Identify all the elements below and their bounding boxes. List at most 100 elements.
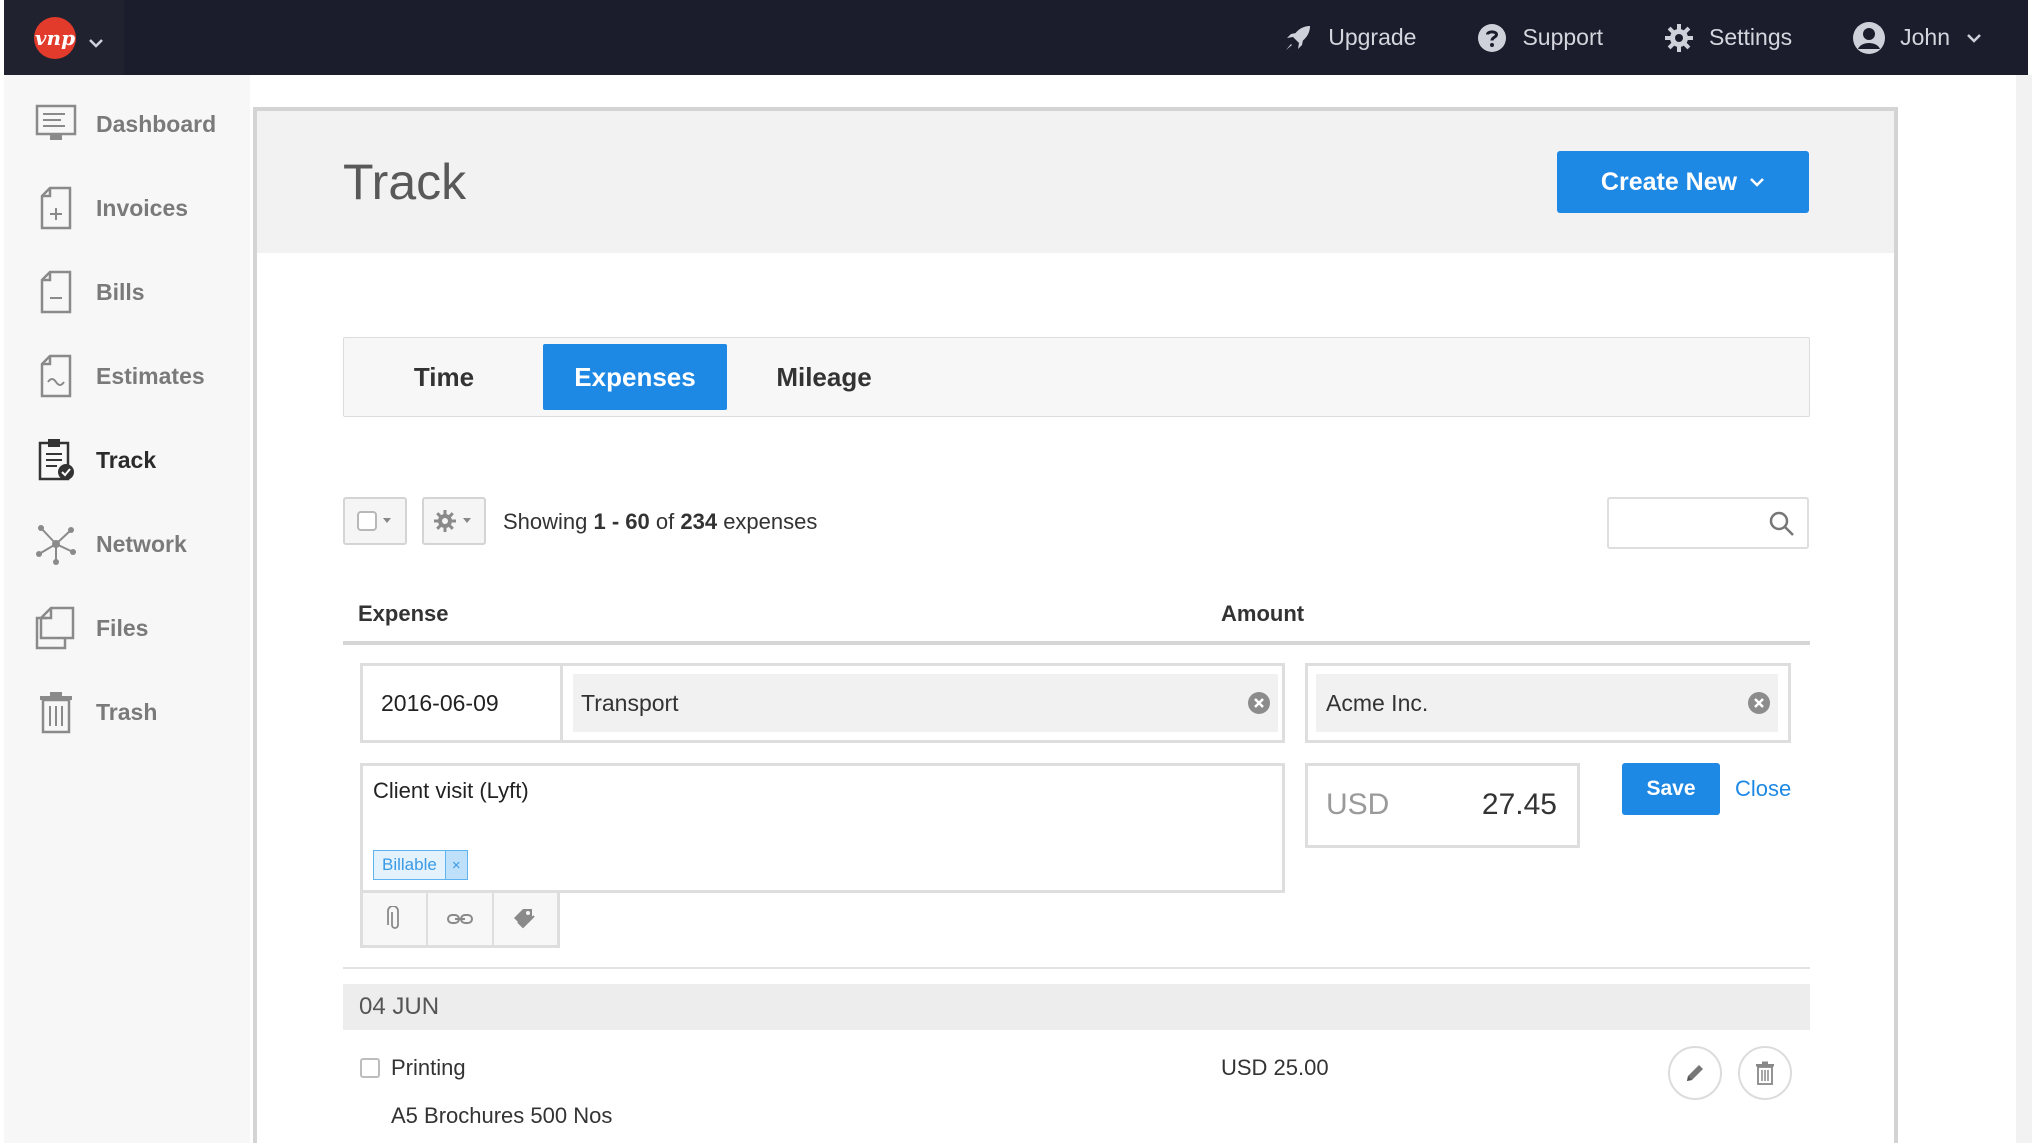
billable-tag: Billable × xyxy=(373,850,468,880)
sidebar-item-label: Track xyxy=(96,446,157,473)
column-header-amount[interactable]: Amount xyxy=(1221,601,1304,627)
attachment-toolbar xyxy=(360,893,560,948)
trash-icon xyxy=(34,690,78,734)
help-icon xyxy=(1478,23,1507,52)
link-button[interactable] xyxy=(428,893,494,945)
link-icon xyxy=(446,914,473,924)
estimate-wave-icon xyxy=(34,354,78,398)
tag-button[interactable] xyxy=(494,893,557,945)
expense-row-title[interactable]: Printing xyxy=(391,1055,466,1081)
page-title: Track xyxy=(343,154,467,210)
network-icon xyxy=(34,522,78,566)
showing-count: Showing 1 - 60 of 234 expenses xyxy=(503,509,817,535)
sidebar-item-dashboard[interactable]: Dashboard xyxy=(34,102,216,146)
user-avatar-icon xyxy=(1853,21,1886,54)
row-checkbox[interactable] xyxy=(360,1058,380,1078)
clipboard-check-icon xyxy=(34,438,78,482)
sidebar-item-label: Bills xyxy=(96,278,145,305)
sidebar-item-label: Files xyxy=(96,614,149,641)
attach-file-button[interactable] xyxy=(363,893,429,945)
showing-suffix: expenses xyxy=(717,509,818,534)
client-value: Acme Inc. xyxy=(1326,689,1429,716)
page-scroll-gutter xyxy=(2016,75,2032,1143)
gear-icon xyxy=(1665,23,1694,52)
search-input[interactable] xyxy=(1617,499,1767,545)
monitor-icon xyxy=(34,102,78,146)
top-bar: vnp Upgrade Support Settings John xyxy=(4,0,2028,75)
track-tabs: Time Expenses Mileage xyxy=(343,337,1810,417)
showing-range: 1 - 60 xyxy=(593,509,650,534)
search-box xyxy=(1607,497,1809,549)
checkbox-icon xyxy=(357,511,391,531)
chevron-down-icon xyxy=(1750,178,1764,187)
sidebar: Dashboard Invoices Bills Estimates Track… xyxy=(4,75,250,1143)
user-name: John xyxy=(1900,24,1950,50)
search-icon[interactable] xyxy=(1769,511,1795,542)
showing-prefix: Showing xyxy=(503,509,594,534)
amount-input[interactable]: USD 27.45 xyxy=(1305,763,1580,848)
create-new-label: Create New xyxy=(1600,167,1738,196)
tab-expenses[interactable]: Expenses xyxy=(543,344,727,410)
expense-date-field[interactable]: 2016-06-09 xyxy=(363,666,563,740)
create-new-button[interactable]: Create New xyxy=(1557,151,1809,213)
date-group-header: 04 JUN xyxy=(343,984,1810,1030)
top-nav: Upgrade Support Settings John xyxy=(1282,0,2028,75)
bulk-select-dropdown[interactable] xyxy=(343,497,407,545)
client-selector: Acme Inc. xyxy=(1305,663,1791,743)
column-header-expense[interactable]: Expense xyxy=(358,601,449,627)
save-button[interactable]: Save xyxy=(1622,763,1720,815)
expense-row-description: A5 Brochures 500 Nos xyxy=(391,1103,613,1128)
sidebar-item-label: Dashboard xyxy=(96,110,217,137)
sidebar-item-bills[interactable]: Bills xyxy=(34,270,145,314)
expense-notes-field[interactable]: Client visit (Lyft) Billable × xyxy=(360,763,1285,893)
expense-editor-row: 2016-06-09 Transport xyxy=(360,663,1285,743)
tags-icon xyxy=(514,909,536,929)
section-divider xyxy=(343,967,1810,969)
rocket-icon xyxy=(1286,25,1311,50)
upgrade-link[interactable]: Upgrade xyxy=(1282,22,1416,54)
gear-icon xyxy=(434,510,471,532)
app-logo: vnp xyxy=(34,16,76,59)
chevron-down-icon xyxy=(1967,33,1981,43)
sidebar-item-estimates[interactable]: Estimates xyxy=(34,354,205,398)
invoice-plus-icon xyxy=(34,186,78,230)
delete-expense-button[interactable] xyxy=(1738,1046,1792,1100)
sidebar-item-track[interactable]: Track xyxy=(34,438,156,482)
upgrade-label: Upgrade xyxy=(1328,24,1417,50)
client-field[interactable]: Acme Inc. xyxy=(1316,674,1778,732)
close-link[interactable]: Close xyxy=(1735,776,1791,802)
sidebar-item-trash[interactable]: Trash xyxy=(34,690,157,734)
tab-mileage[interactable]: Mileage xyxy=(744,344,904,410)
showing-of: of xyxy=(649,509,681,534)
files-icon xyxy=(34,606,78,650)
support-link[interactable]: Support xyxy=(1476,22,1603,54)
notes-text: Client visit (Lyft) xyxy=(373,778,529,803)
billable-tag-label: Billable xyxy=(382,855,437,874)
edit-expense-button[interactable] xyxy=(1668,1046,1722,1100)
tab-time[interactable]: Time xyxy=(364,344,524,410)
sidebar-item-label: Invoices xyxy=(96,194,189,221)
expense-row-amount: USD 25.00 xyxy=(1221,1055,1329,1080)
category-value: Transport xyxy=(581,689,679,716)
header-divider xyxy=(343,641,1810,645)
page-header: Track Create New xyxy=(257,111,1894,253)
trash-icon xyxy=(1756,1061,1774,1085)
clear-client-icon[interactable] xyxy=(1748,692,1770,714)
app-switcher[interactable]: vnp xyxy=(4,0,124,75)
remove-tag-button[interactable]: × xyxy=(444,851,467,879)
sidebar-item-invoices[interactable]: Invoices xyxy=(34,186,188,230)
sidebar-item-files[interactable]: Files xyxy=(34,606,148,650)
settings-link[interactable]: Settings xyxy=(1663,22,1792,54)
clear-category-icon[interactable] xyxy=(1248,692,1270,714)
pencil-icon xyxy=(1687,1065,1703,1081)
support-label: Support xyxy=(1522,24,1604,50)
settings-label: Settings xyxy=(1709,24,1793,50)
user-menu[interactable]: John xyxy=(1852,21,1982,55)
main-panel: Track Create New Time Expenses Mileage S… xyxy=(253,107,1898,1143)
showing-total: 234 xyxy=(680,509,718,534)
sidebar-item-label: Estimates xyxy=(96,362,205,389)
sidebar-item-network[interactable]: Network xyxy=(34,522,187,566)
expense-category-field[interactable]: Transport xyxy=(573,674,1278,732)
bill-minus-icon xyxy=(34,270,78,314)
list-settings-dropdown[interactable] xyxy=(422,497,486,545)
